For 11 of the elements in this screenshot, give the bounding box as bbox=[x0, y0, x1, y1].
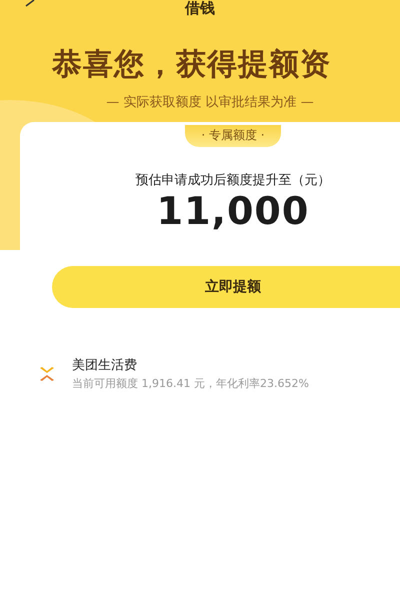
product-name: 美团生活费 bbox=[72, 358, 137, 373]
headline: 恭喜您，获得提额资 bbox=[52, 47, 331, 82]
tag-label: · 专属额度 · bbox=[185, 125, 281, 147]
page-title: 借钱 bbox=[185, 0, 215, 17]
amount-label: 预估申请成功后额度提升至（元） bbox=[136, 173, 330, 188]
product-logo-icon bbox=[38, 367, 56, 381]
raise-limit-button[interactable]: 立即提额 bbox=[52, 266, 400, 308]
subtitle: — 实际获取额度 以审批结果为准 — bbox=[106, 95, 314, 110]
back-icon[interactable] bbox=[24, 0, 36, 8]
amount-value: 11,000 bbox=[156, 188, 310, 232]
product-detail: 当前可用额度 1,916.41 元，年化利率23.652% bbox=[72, 376, 309, 390]
